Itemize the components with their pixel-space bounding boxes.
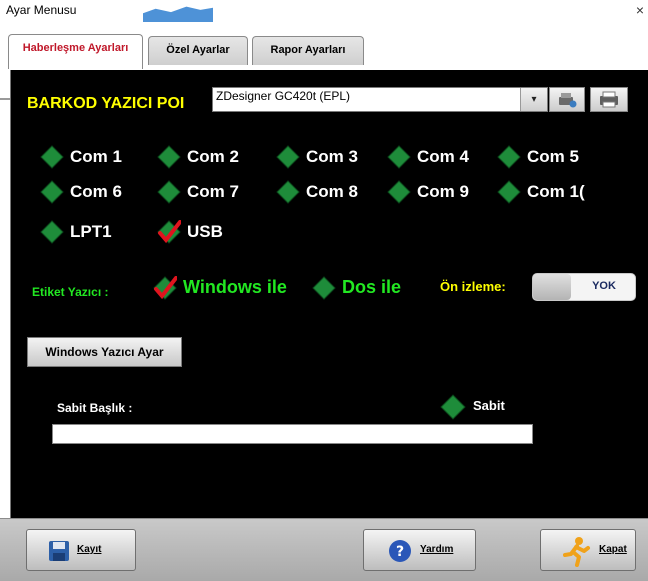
- bottom-bar: Kayıt ? Yardım Kapat: [0, 518, 648, 581]
- title-decoration: [143, 6, 213, 22]
- floppy-disk-icon: [49, 541, 69, 561]
- port-option-label: Com 6: [70, 182, 122, 201]
- radio-diamond-icon: [40, 145, 64, 169]
- toggle-knob: [533, 274, 571, 300]
- port-option-label: LPT1: [70, 222, 112, 241]
- printer-gear-icon: [559, 93, 577, 108]
- port-option-lpt1[interactable]: LPT1: [40, 218, 145, 246]
- radio-diamond-icon: [497, 180, 521, 204]
- tab-strip: Haberleşme Ayarları Özel Ayarlar Rapor A…: [0, 30, 648, 100]
- help-button-label: Yardım: [420, 544, 454, 555]
- window-title: Ayar Menusu: [6, 3, 77, 17]
- radio-diamond-icon: [157, 180, 181, 204]
- radio-diamond-icon: [276, 180, 300, 204]
- port-option-com-2[interactable]: Com 2: [157, 143, 262, 171]
- port-option-label: Com 3: [306, 147, 358, 166]
- port-option-label: Com 4: [417, 147, 469, 166]
- close-icon[interactable]: ×: [636, 2, 644, 18]
- port-option-label: Com 8: [306, 182, 358, 201]
- radio-diamond-icon: [387, 145, 411, 169]
- port-option-com-9[interactable]: Com 9: [387, 178, 492, 206]
- port-option-label: Com 1: [70, 147, 122, 166]
- save-button[interactable]: Kayıt: [26, 529, 136, 571]
- close-button-label: Kapat: [599, 544, 627, 555]
- port-option-com-5[interactable]: Com 5: [497, 143, 602, 171]
- radio-diamond-icon: [40, 220, 64, 244]
- checked-icon: [157, 220, 181, 244]
- printer-icon: [600, 91, 618, 108]
- windows-printer-settings-button[interactable]: Windows Yazıcı Ayar: [27, 337, 182, 367]
- save-button-label: Kayıt: [77, 544, 102, 555]
- windows-option-label: Windows ile: [183, 277, 287, 297]
- help-button[interactable]: ? Yardım: [363, 529, 476, 571]
- port-option-label: Com 9: [417, 182, 469, 201]
- running-man-icon: [563, 537, 590, 567]
- preview-label: Ön izleme:: [440, 279, 506, 294]
- barcode-printer-label: BARKOD YAZICI POI: [27, 95, 185, 112]
- port-option-com-8[interactable]: Com 8: [276, 178, 381, 206]
- windows-option[interactable]: Windows ile: [153, 274, 308, 302]
- radio-diamond-icon: [497, 145, 521, 169]
- printer-select[interactable]: ZDesigner GC420t (EPL) ▾: [212, 87, 548, 112]
- help-icon: ?: [389, 540, 411, 562]
- port-option-label: USB: [187, 222, 223, 241]
- port-option-com-3[interactable]: Com 3: [276, 143, 381, 171]
- chevron-down-icon[interactable]: ▾: [520, 88, 547, 111]
- tab-haberlesme-ayarlari[interactable]: Haberleşme Ayarları: [8, 34, 143, 69]
- dos-option-label: Dos ile: [342, 277, 402, 297]
- port-option-usb[interactable]: USB: [157, 218, 262, 246]
- fixed-header-input[interactable]: [52, 424, 533, 444]
- tab-rapor-ayarlari[interactable]: Rapor Ayarları: [252, 36, 364, 65]
- radio-diamond-icon: [440, 394, 466, 420]
- port-option-label: Com 2: [187, 147, 239, 166]
- port-option-label: Com 1(: [527, 182, 585, 201]
- printer-select-value: ZDesigner GC420t (EPL): [216, 89, 351, 103]
- printer-button[interactable]: [590, 87, 628, 112]
- port-option-com-1[interactable]: Com 1: [40, 143, 145, 171]
- fixed-option[interactable]: Sabit: [440, 392, 530, 420]
- svg-text:?: ?: [396, 544, 404, 560]
- port-option-label: Com 7: [187, 182, 239, 201]
- port-option-com-6[interactable]: Com 6: [40, 178, 145, 206]
- preview-toggle-value: YOK: [592, 280, 616, 292]
- radio-diamond-icon: [312, 276, 336, 300]
- fixed-option-label: Sabit: [473, 398, 505, 413]
- port-option-com-4[interactable]: Com 4: [387, 143, 492, 171]
- port-option-com-1-[interactable]: Com 1(: [497, 178, 602, 206]
- dos-option[interactable]: Dos ile: [312, 274, 417, 302]
- radio-diamond-icon: [387, 180, 411, 204]
- fixed-header-label: Sabit Başlık :: [57, 401, 133, 415]
- port-option-label: Com 5: [527, 147, 579, 166]
- label-printer-label: Etiket Yazıcı :: [32, 285, 109, 299]
- title-bar: Ayar Menusu ×: [0, 0, 648, 30]
- radio-diamond-icon: [40, 180, 64, 204]
- radio-diamond-icon: [276, 145, 300, 169]
- label-clip: [302, 270, 312, 304]
- tab-ozel-ayarlar[interactable]: Özel Ayarlar: [148, 36, 248, 65]
- preview-toggle[interactable]: YOK: [532, 273, 636, 301]
- port-option-com-7[interactable]: Com 7: [157, 178, 262, 206]
- radio-diamond-icon: [157, 145, 181, 169]
- printer-settings-button[interactable]: [549, 87, 585, 112]
- checked-icon: [153, 276, 177, 300]
- close-button[interactable]: Kapat: [540, 529, 636, 571]
